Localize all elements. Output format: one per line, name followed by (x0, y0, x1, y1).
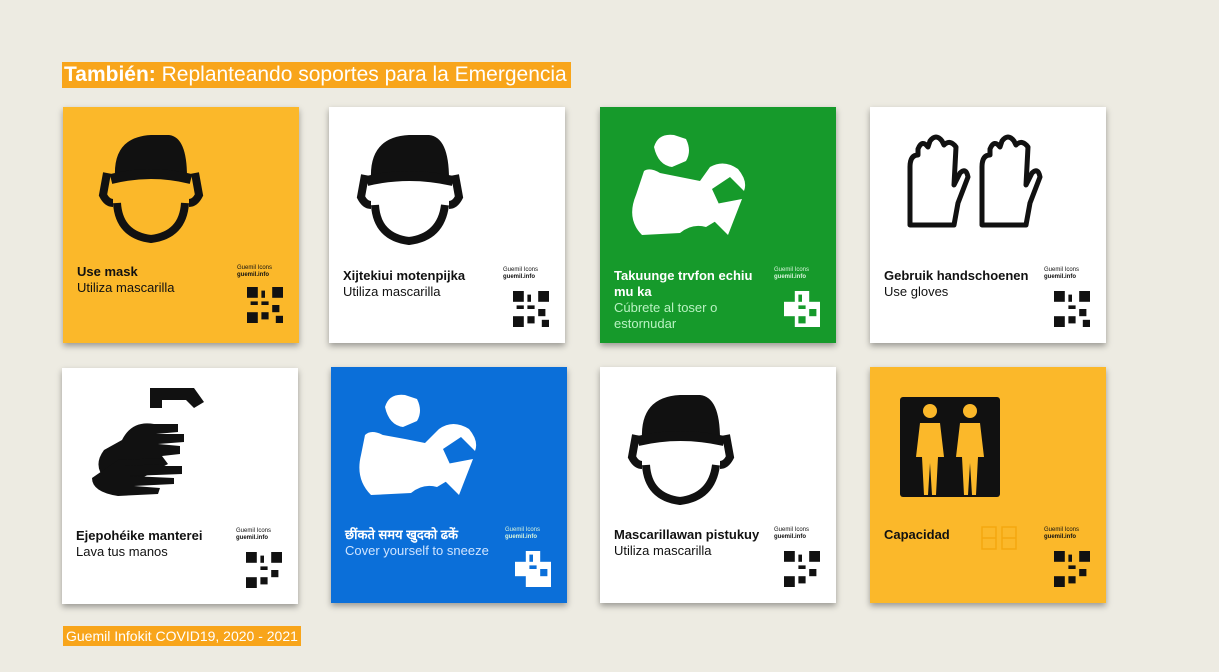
credit-line1: Guemil Icons (236, 528, 272, 534)
card-main: Gebruik handschoenen (884, 268, 1029, 283)
credit-line1: Guemil Icons (1044, 527, 1080, 533)
credit-line1: Guemil Icons (774, 527, 810, 533)
card-main: Use mask (77, 264, 138, 279)
card-sub: Use gloves (884, 284, 949, 299)
card-sub: Cúbrete al toser o estornudar (614, 300, 718, 331)
qr-code-icon (247, 287, 283, 323)
card-cough-cover-green: Takuunge trvfon echiu mu ka Cúbrete al to… (600, 107, 836, 343)
card-main: Ejepohéike manterei (76, 528, 203, 543)
qr-code-icon (784, 551, 820, 587)
card-sub: Cover yourself to sneeze (345, 543, 489, 558)
credit-line1: Guemil Icons (1044, 267, 1080, 273)
qr-code-icon (784, 291, 820, 327)
card-main: Takuunge trvfon echiu mu ka (614, 268, 753, 299)
credit-line2: guemil.info (503, 274, 535, 280)
credit-line1: Guemil Icons (237, 265, 273, 271)
credit-line2: guemil.info (1044, 274, 1076, 280)
card-gloves: Gebruik handschoenen Use gloves Guemil Ic… (870, 107, 1106, 343)
card-main: Mascarillawan pistukuy (614, 527, 760, 542)
card-sub: Utiliza mascarilla (614, 543, 712, 558)
credit-line1: Guemil Icons (774, 267, 810, 273)
credit-line2: guemil.info (505, 534, 537, 540)
qr-code-icon (513, 291, 549, 327)
qr-code-icon (1054, 291, 1090, 327)
card-wash-hands: Ejepohéike manterei Lava tus manos Guemil… (62, 368, 298, 604)
qr-code-icon (1054, 551, 1090, 587)
credit-line2: guemil.info (236, 535, 268, 541)
card-cough-cover-blue: छींकते समय खुदको ढकें Cover yourself to s… (331, 367, 567, 603)
credit-line2: guemil.info (774, 534, 806, 540)
qr-code-icon (246, 552, 282, 588)
credit-line2: guemil.info (237, 272, 269, 278)
card-mask-quechua: Mascarillawan pistukuy Utiliza mascarilla… (600, 367, 836, 603)
credit-line1: Guemil Icons (505, 527, 541, 533)
footer-credit: Guemil Infokit COVID19, 2020 - 2021 (63, 626, 301, 646)
card-main: छींकते समय खुदको ढकें (345, 527, 459, 542)
card-sub: Lava tus manos (76, 544, 168, 559)
page-title: También: Replanteando soportes para la E… (62, 62, 571, 88)
credit-line2: guemil.info (774, 274, 806, 280)
card-sub: Utiliza mascarilla (77, 280, 175, 295)
title-rest: Replanteando soportes para la Emergencia (155, 63, 567, 86)
card-capacity: Capacidad Guemil Icons guemil.info (870, 367, 1106, 603)
title-bold: También: (64, 63, 156, 86)
card-main: Xijtekiui motenpijka (343, 268, 466, 283)
card-mask-nahuatl: Xijtekiui motenpijka Utiliza mascarilla G… (329, 107, 565, 343)
credit-line1: Guemil Icons (503, 267, 539, 273)
credit-line2: guemil.info (1044, 534, 1076, 540)
card-main: Capacidad (884, 527, 950, 542)
card-use-mask: Use mask Utiliza mascarilla Guemil Icons g… (63, 107, 299, 343)
card-sub: Utiliza mascarilla (343, 284, 441, 299)
qr-code-icon (515, 551, 551, 587)
